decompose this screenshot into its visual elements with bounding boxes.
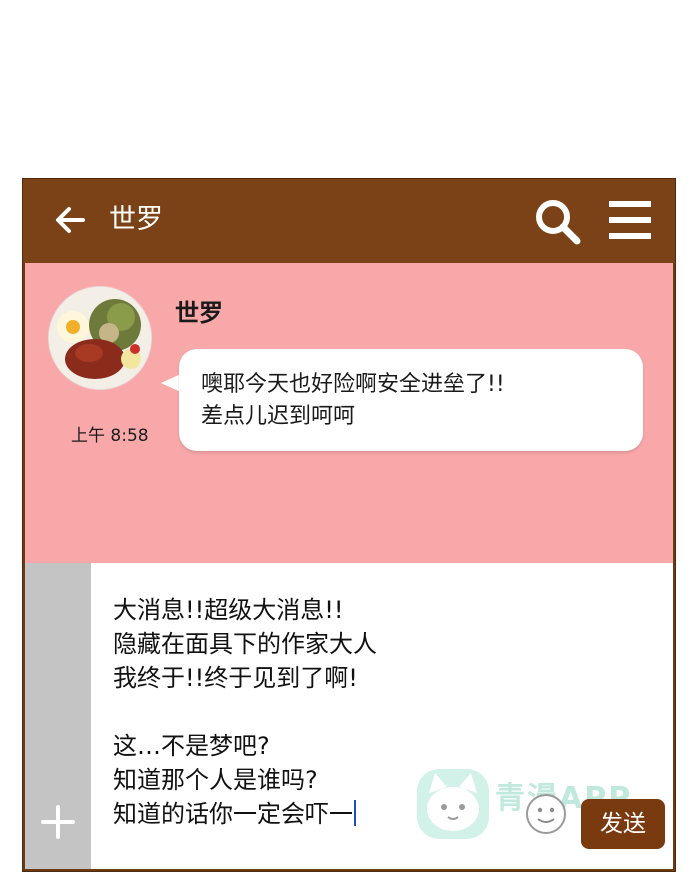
composer-sidebar (25, 563, 91, 869)
message-text: 噢耶今天也好险啊安全进垒了!! 差点儿迟到呵呵 (201, 372, 505, 429)
chat-title: 世罗 (109, 204, 163, 235)
menu-icon[interactable] (607, 197, 653, 243)
text-caret (354, 800, 356, 826)
plus-icon[interactable] (37, 801, 79, 843)
message-time: 上午 8:58 (71, 426, 149, 446)
message-input-text: 大消息!!超级大消息!! 隐藏在面具下的作家大人 我终于!!终于见到了啊! 这…… (113, 596, 377, 828)
smiley-icon[interactable] (523, 791, 569, 837)
message-input[interactable]: 大消息!!超级大消息!! 隐藏在面具下的作家大人 我终于!!终于见到了啊! 这…… (113, 593, 377, 831)
search-icon[interactable] (531, 195, 583, 247)
back-arrow-icon[interactable] (53, 203, 87, 237)
composer: 大消息!!超级大消息!! 隐藏在面具下的作家大人 我终于!!终于见到了啊! 这…… (25, 563, 673, 869)
message-area: 世罗 噢耶今天也好险啊安全进垒了!! 差点儿迟到呵呵 上午 8:58 (25, 263, 673, 563)
message-bubble[interactable]: 噢耶今天也好险啊安全进垒了!! 差点儿迟到呵呵 (179, 349, 643, 451)
send-button[interactable]: 发送 (581, 799, 665, 849)
cat-logo-icon (417, 769, 489, 839)
food-photo-icon (49, 287, 151, 389)
chat-window: 世罗 世罗 噢耶今天也好险啊安全进垒了!! 差点儿迟到呵呵 上午 8:58 大消… (22, 178, 676, 872)
avatar[interactable] (49, 287, 151, 389)
sender-name: 世罗 (175, 299, 223, 327)
chat-header: 世罗 (23, 179, 675, 263)
